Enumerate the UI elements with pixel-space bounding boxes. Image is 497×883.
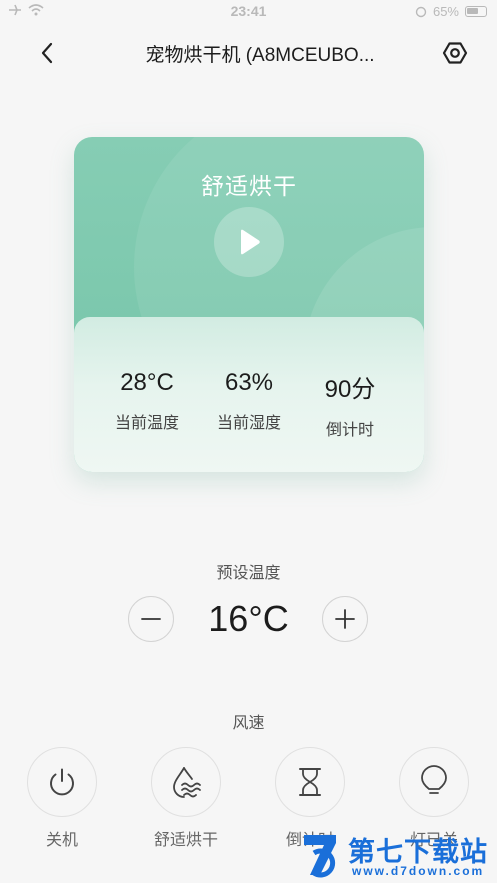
stat-value: 28°C [120, 369, 174, 396]
stat-value: 63% [224, 369, 274, 396]
plus-icon [335, 609, 355, 629]
battery-icon [465, 6, 487, 17]
status-icons-right: 65% [415, 4, 487, 19]
stat-current-temperature: 28°C 当前温度 [92, 369, 202, 433]
minus-icon [141, 618, 161, 620]
stat-current-humidity: 63% 当前湿度 [194, 369, 304, 433]
status-bar: 23:41 65% [0, 0, 497, 24]
timer-button[interactable] [275, 747, 345, 817]
watermark: 第七下载站 www.d7down.com [296, 826, 497, 883]
increase-temperature-button[interactable] [322, 596, 368, 642]
play-icon [241, 229, 260, 255]
stat-label: 倒计时 [325, 422, 374, 439]
back-button[interactable] [32, 38, 62, 68]
gear-icon [442, 42, 468, 64]
mode-name: 舒适烘干 [201, 173, 297, 199]
page-title: 宠物烘干机 (A8MCEUBO... [145, 45, 375, 66]
preset-temperature-label: 预设温度 [216, 565, 281, 582]
settings-button[interactable] [440, 38, 470, 68]
chevron-left-icon [41, 42, 53, 64]
water-wave-icon [173, 767, 201, 798]
stat-value: 90分 [324, 376, 376, 403]
lock-rotation-icon [415, 6, 427, 17]
power-icon [50, 768, 74, 796]
hourglass-icon [299, 768, 321, 796]
bulb-icon [421, 765, 447, 794]
preset-temperature-value: 16°C [208, 598, 289, 639]
stats-panel: 28°C 当前温度 63% 当前湿度 90分 倒计时 [74, 317, 424, 472]
power-button[interactable] [27, 747, 97, 817]
d7-logo-icon [304, 834, 336, 877]
nav-bar: 宠物烘干机 (A8MCEUBO... [0, 30, 497, 74]
mode-card: 舒适烘干 28°C 当前温度 63% 当前湿度 90分 倒计时 [74, 137, 424, 472]
mode-button[interactable] [151, 747, 221, 817]
stat-label: 当前湿度 [216, 415, 281, 432]
battery-percent: 65% [432, 4, 459, 19]
decrease-temperature-button[interactable] [128, 596, 174, 642]
light-button[interactable] [399, 747, 469, 817]
app-screen: 23:41 65% 宠物烘干机 (A8MCEUBO... 舒适烘干 28°C 当… [0, 0, 497, 883]
stat-countdown: 90分 倒计时 [295, 369, 405, 440]
watermark-url: www.d7down.com [352, 864, 485, 878]
play-button[interactable] [214, 207, 284, 277]
power-button-label: 关机 [45, 832, 78, 849]
wind-speed-label: 风速 [232, 715, 265, 732]
stat-label: 当前温度 [114, 415, 179, 432]
mode-button-label: 舒适烘干 [153, 832, 218, 849]
